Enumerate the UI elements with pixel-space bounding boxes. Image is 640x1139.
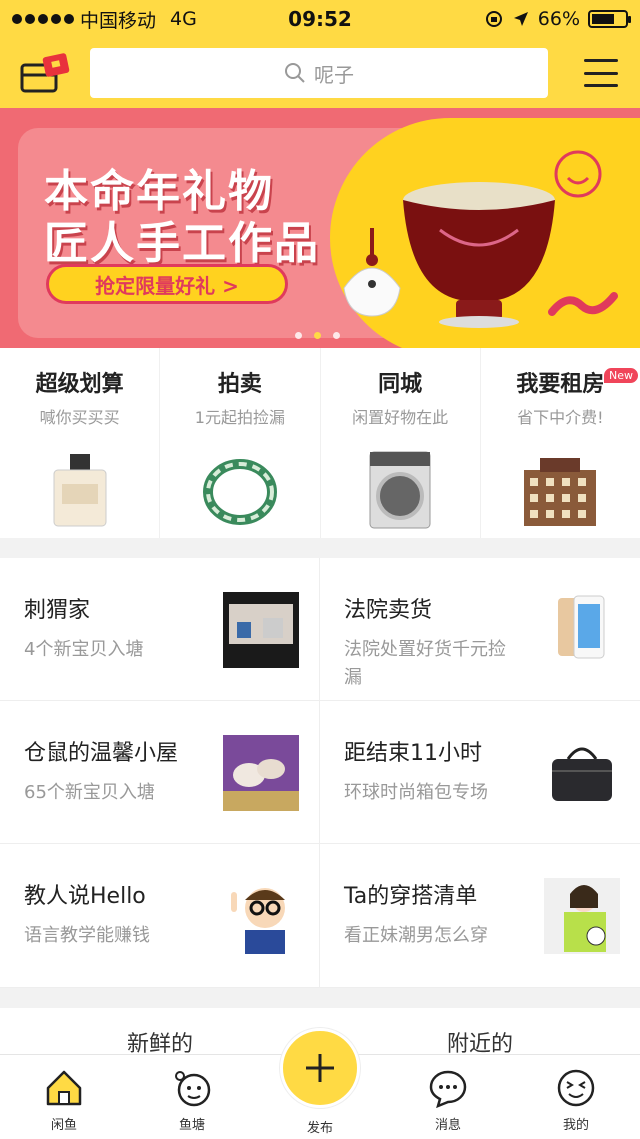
lock-rotation-icon (485, 11, 502, 27)
signal-icon (12, 14, 74, 24)
search-input[interactable]: 呢子 (90, 48, 548, 98)
grid-item-hamster[interactable]: 仓鼠的温馨小屋 65个新宝贝入塘 (0, 701, 320, 844)
clock: 09:52 (288, 7, 352, 31)
grid-item-bags[interactable]: 距结束11小时 环球时尚箱包专场 (320, 701, 640, 844)
xianyu-logo-icon[interactable] (18, 51, 74, 95)
feature-row: 超级划算 喊你买买买 拍卖 1元起拍捡漏 同城 闲置好物在此 New 我要租房 … (0, 348, 640, 538)
location-icon (513, 12, 528, 26)
menu-icon[interactable] (584, 59, 618, 87)
building-icon (524, 458, 597, 526)
jade-pendant-icon (343, 228, 401, 317)
status-bar: 中国移动 4G 09:52 66% (0, 0, 640, 38)
banner-cta-button[interactable]: 抢定限量好礼 > (46, 264, 288, 304)
kid-glasses-icon (231, 888, 285, 954)
feature-auction[interactable]: 拍卖 1元起拍捡漏 (160, 348, 321, 538)
shop-photo-icon (223, 592, 299, 668)
feature-bargain[interactable]: 超级划算 喊你买买买 (0, 348, 161, 538)
plus-icon (306, 1054, 334, 1082)
grid-item-court[interactable]: 法院卖货 法院处置好货千元捡漏 (320, 558, 640, 701)
tab-messages[interactable]: 消息 (384, 1055, 512, 1139)
feature-rent[interactable]: New 我要租房 省下中介费! (481, 348, 640, 538)
tab-home[interactable]: 闲鱼 (0, 1055, 128, 1139)
jade-bracelet-icon (202, 459, 277, 525)
grid-item-hello[interactable]: 教人说Hello 语言教学能赚钱 (0, 844, 320, 988)
perfume-icon (53, 454, 107, 527)
girl-photo-icon (544, 878, 620, 954)
grid-item-outfit[interactable]: Ta的穿搭清单 看正妹潮男怎么穿 (320, 844, 640, 988)
banner-title: 本命年礼物 匠人手工作品 (44, 166, 320, 269)
banner-pagination (295, 332, 340, 339)
new-badge: New (604, 368, 638, 383)
profile-icon (557, 1069, 595, 1107)
grid-item-hedgehog[interactable]: 刺猬家 4个新宝贝入塘 (0, 558, 320, 701)
search-icon (285, 63, 305, 83)
tea-cup-icon (403, 182, 555, 328)
battery-percent: 66% (537, 8, 580, 30)
header: 呢子 (0, 38, 640, 108)
home-icon (46, 1070, 82, 1106)
publish-button[interactable] (280, 1028, 360, 1108)
tab-profile[interactable]: 我的 (512, 1055, 640, 1139)
hamsters-icon (223, 735, 299, 811)
battery-icon (588, 10, 631, 28)
handbag-icon (552, 747, 612, 801)
phone-icon (558, 595, 605, 659)
network-type: 4G (170, 8, 197, 30)
feature-local[interactable]: 同城 闲置好物在此 (321, 348, 481, 538)
smiley-sticker-icon (554, 150, 602, 198)
squiggle-icon (548, 292, 618, 316)
message-icon (429, 1070, 467, 1108)
tab-pond[interactable]: 鱼塘 (128, 1055, 256, 1139)
promo-banner[interactable]: 本命年礼物 匠人手工作品 抢定限量好礼 > (0, 108, 640, 348)
publish-label: 发布 (306, 1121, 333, 1136)
search-placeholder: 呢子 (314, 62, 354, 87)
pond-icon (175, 1071, 211, 1107)
washing-machine-icon (369, 451, 431, 529)
pond-grid: 刺猬家 4个新宝贝入塘 法院卖货 法院处置好货千元捡漏 仓鼠的温馨小屋 65个新… (0, 558, 640, 988)
carrier: 中国移动 (80, 9, 157, 32)
